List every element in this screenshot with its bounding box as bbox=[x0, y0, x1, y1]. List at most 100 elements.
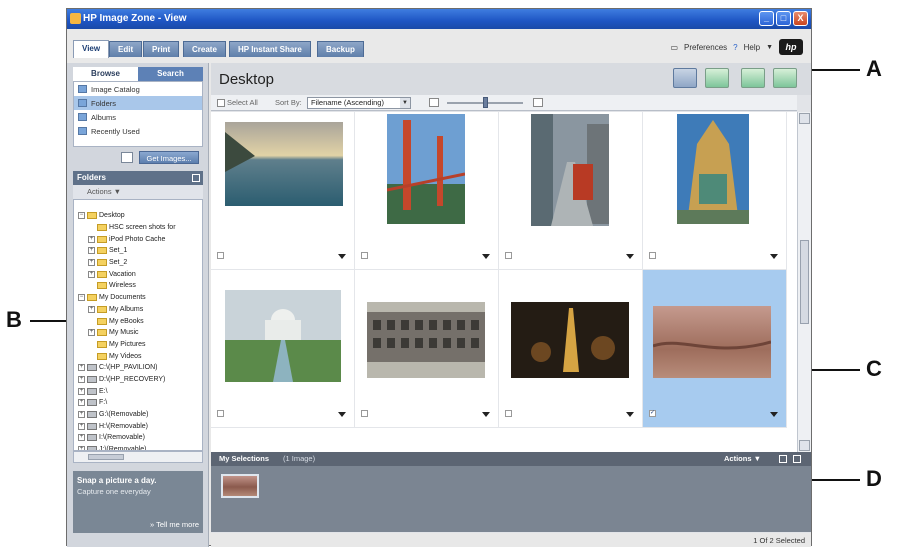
tab-backup[interactable]: Backup bbox=[317, 41, 364, 57]
thumbnail-canyon-aerial[interactable]: ✓ bbox=[643, 270, 787, 428]
tree-node[interactable]: + F:\ bbox=[74, 397, 202, 409]
thumbnail-eiffel-tower-night[interactable] bbox=[499, 270, 643, 428]
zoom-in-icon[interactable] bbox=[533, 98, 543, 107]
item-menu-arrow-icon[interactable] bbox=[626, 412, 634, 417]
scroll-up-icon[interactable] bbox=[799, 113, 810, 124]
expand-toggle-icon[interactable]: + bbox=[88, 270, 95, 278]
tree-node[interactable]: + E:\ bbox=[74, 385, 202, 397]
grid-vertical-scrollbar[interactable] bbox=[797, 112, 811, 452]
select-all-checkbox[interactable] bbox=[217, 99, 225, 107]
select-checkbox[interactable] bbox=[217, 410, 224, 417]
select-checkbox[interactable] bbox=[361, 252, 368, 259]
help-dropdown-icon[interactable]: ▼ bbox=[766, 44, 773, 51]
tray-collapse-icon[interactable] bbox=[793, 455, 801, 463]
slideshow-view-icon[interactable] bbox=[773, 68, 797, 88]
item-menu-arrow-icon[interactable] bbox=[338, 412, 346, 417]
item-menu-arrow-icon[interactable] bbox=[626, 254, 634, 259]
tree-node[interactable]: + C:\(HP_PAVILION) bbox=[74, 362, 202, 374]
filmstrip-view-icon[interactable] bbox=[741, 68, 765, 88]
item-menu-arrow-icon[interactable] bbox=[482, 254, 490, 259]
tree-node[interactable]: + G:\(Removable) bbox=[74, 409, 202, 421]
thumbnail-colosseum[interactable] bbox=[355, 270, 499, 428]
tree-node[interactable]: + J:\(Removable) bbox=[74, 444, 202, 450]
selected-thumbnail[interactable] bbox=[221, 474, 259, 498]
expand-toggle-icon[interactable]: + bbox=[78, 375, 85, 383]
tab-search[interactable]: Search bbox=[138, 67, 203, 81]
expand-toggle-icon[interactable]: + bbox=[88, 329, 95, 337]
select-checkbox[interactable] bbox=[505, 410, 512, 417]
item-menu-arrow-icon[interactable] bbox=[338, 254, 346, 259]
tree-node[interactable]: + My Music bbox=[74, 327, 202, 339]
expand-toggle-icon[interactable]: + bbox=[88, 305, 95, 313]
tab-edit[interactable]: Edit bbox=[109, 41, 143, 57]
nav-item-albums[interactable]: Albums bbox=[74, 110, 202, 124]
scrollbar-thumb[interactable] bbox=[88, 454, 124, 460]
maximize-button[interactable]: □ bbox=[776, 11, 791, 26]
thumbnail-golden-gate-bridge[interactable] bbox=[355, 112, 499, 270]
tab-create[interactable]: Create bbox=[183, 41, 226, 57]
tree-node[interactable]: + H:\(Removable) bbox=[74, 420, 202, 432]
item-menu-arrow-icon[interactable] bbox=[482, 412, 490, 417]
tree-node[interactable]: My Pictures bbox=[74, 339, 202, 351]
minimize-button[interactable]: _ bbox=[759, 11, 774, 26]
thumbnail-seascape[interactable] bbox=[211, 112, 355, 270]
tree-node[interactable]: − Desktop bbox=[74, 210, 202, 222]
item-menu-arrow-icon[interactable] bbox=[770, 254, 778, 259]
thumbnail-taj-mahal[interactable] bbox=[211, 270, 355, 428]
tree-node[interactable]: + Set_2 bbox=[74, 257, 202, 269]
nav-item-recently-used[interactable]: Recently Used bbox=[74, 124, 202, 138]
expand-toggle-icon[interactable]: + bbox=[88, 259, 95, 267]
tree-node[interactable]: Wireless bbox=[74, 280, 202, 292]
thumbnail-city-street-tram[interactable] bbox=[499, 112, 643, 270]
select-checkbox[interactable] bbox=[649, 252, 656, 259]
tree-node[interactable]: + iPod Photo Cache bbox=[74, 233, 202, 245]
tree-node[interactable]: + D:\(HP_RECOVERY) bbox=[74, 374, 202, 386]
tree-node[interactable]: HSC screen shots for bbox=[74, 222, 202, 234]
scrollbar-thumb[interactable] bbox=[800, 240, 809, 324]
tree-node[interactable]: + My Albums bbox=[74, 304, 202, 316]
tab-print[interactable]: Print bbox=[143, 41, 180, 57]
expand-toggle-icon[interactable]: + bbox=[78, 411, 85, 419]
tell-me-more-link[interactable]: » Tell me more bbox=[150, 520, 199, 529]
collapse-icon[interactable] bbox=[192, 174, 200, 182]
tree-node[interactable]: + Set_1 bbox=[74, 245, 202, 257]
expand-toggle-icon[interactable]: + bbox=[78, 422, 85, 430]
select-checkbox-checked[interactable]: ✓ bbox=[649, 410, 656, 417]
help-link[interactable]: Help bbox=[744, 43, 760, 52]
expand-toggle-icon[interactable]: + bbox=[88, 247, 95, 255]
select-checkbox[interactable] bbox=[217, 252, 224, 259]
tree-horizontal-scrollbar[interactable] bbox=[73, 451, 203, 463]
zoom-slider-thumb[interactable] bbox=[483, 97, 488, 108]
tray-actions-menu[interactable]: Actions ▼ bbox=[724, 452, 761, 466]
tray-expand-icon[interactable] bbox=[779, 455, 787, 463]
nav-item-image-catalog[interactable]: Image Catalog bbox=[74, 82, 202, 96]
tab-view[interactable]: View bbox=[73, 40, 110, 58]
tree-node[interactable]: My Videos bbox=[74, 350, 202, 362]
expand-toggle-icon[interactable]: + bbox=[78, 399, 85, 407]
expand-toggle-icon[interactable]: − bbox=[78, 294, 85, 302]
item-menu-arrow-icon[interactable] bbox=[770, 412, 778, 417]
expand-toggle-icon[interactable]: + bbox=[78, 387, 85, 395]
tab-hp-instant-share[interactable]: HP Instant Share bbox=[229, 41, 311, 57]
tree-node[interactable]: + I:\(Removable) bbox=[74, 432, 202, 444]
tab-browse[interactable]: Browse bbox=[73, 67, 138, 81]
expand-toggle-icon[interactable]: + bbox=[78, 434, 85, 442]
expand-toggle-icon[interactable]: + bbox=[78, 364, 85, 372]
thumbnail-temple[interactable] bbox=[643, 112, 787, 270]
close-button[interactable]: X bbox=[793, 11, 808, 26]
scroll-down-icon[interactable] bbox=[799, 440, 810, 451]
select-checkbox[interactable] bbox=[361, 410, 368, 417]
expand-toggle-icon[interactable]: + bbox=[88, 235, 95, 243]
thumbnail-view-icon[interactable] bbox=[673, 68, 697, 88]
tree-node[interactable]: + Vacation bbox=[74, 268, 202, 280]
sort-by-select[interactable]: Filename (Ascending) ▼ bbox=[307, 97, 411, 109]
tree-node[interactable]: − My Documents bbox=[74, 292, 202, 304]
zoom-out-icon[interactable] bbox=[429, 98, 439, 107]
landscape-view-icon[interactable] bbox=[705, 68, 729, 88]
get-images-button[interactable]: Get Images... bbox=[139, 151, 199, 164]
tree-node[interactable]: My eBooks bbox=[74, 315, 202, 327]
folder-actions-menu[interactable]: Actions ▼ bbox=[73, 185, 203, 199]
nav-item-folders[interactable]: Folders bbox=[74, 96, 202, 110]
preferences-link[interactable]: Preferences bbox=[684, 43, 727, 52]
expand-toggle-icon[interactable]: − bbox=[78, 212, 85, 220]
